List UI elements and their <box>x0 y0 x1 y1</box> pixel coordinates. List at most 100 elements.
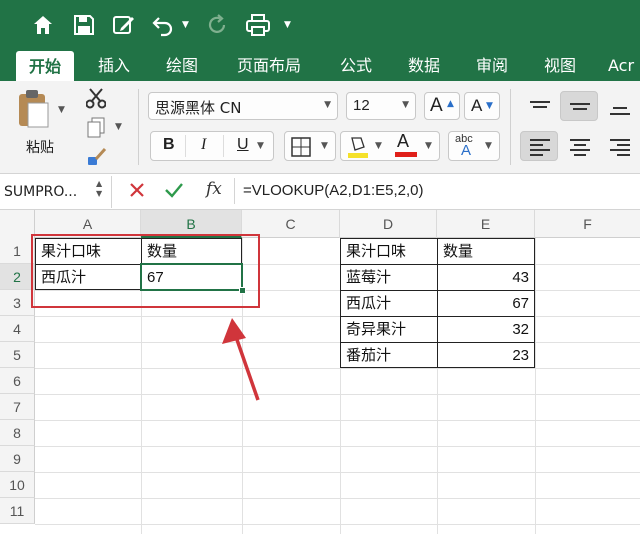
cell-d3[interactable]: 西瓜汁 <box>340 291 437 316</box>
align-left-button[interactable] <box>520 131 558 161</box>
bold-button[interactable]: B <box>163 136 175 154</box>
cell-d1[interactable]: 果汁口味 <box>340 239 437 264</box>
tab-draw[interactable]: 绘图 <box>158 50 206 81</box>
grow-font-button[interactable]: A ▲ <box>424 92 460 120</box>
align-right-button[interactable] <box>600 131 638 161</box>
separator <box>185 135 186 157</box>
align-center-icon <box>570 139 590 156</box>
print-icon[interactable] <box>245 12 271 38</box>
column-header-d[interactable]: D <box>340 210 437 238</box>
copy-dropdown-icon[interactable]: ▼ <box>115 122 122 132</box>
row-header-4[interactable]: 4 <box>0 316 35 342</box>
cell-d5[interactable]: 番茄汁 <box>340 343 437 368</box>
font-color-button[interactable]: A <box>397 131 409 152</box>
tab-insert[interactable]: 插入 <box>90 50 138 81</box>
cell-e4[interactable]: 32 <box>437 317 535 342</box>
cell-d4[interactable]: 奇异果汁 <box>340 317 437 342</box>
row-header-7[interactable]: 7 <box>0 394 35 420</box>
formula-bar: SUMPRO... ▲ ▼ fx =VLOOKUP(A2,D1:E5,2,0) <box>0 174 640 210</box>
cancel-icon[interactable] <box>128 181 146 203</box>
ribbon-tabs: 开始 插入 绘图 页面布局 公式 数据 审阅 视图 Acr <box>0 50 640 81</box>
copy-icon[interactable] <box>86 117 106 143</box>
underline-button[interactable]: U <box>237 136 249 154</box>
text-style-group: B I U ▼ <box>150 131 274 161</box>
paste-icon[interactable] <box>16 89 50 133</box>
tab-review[interactable]: 审阅 <box>468 50 516 81</box>
font-color-dropdown-icon[interactable]: ▼ <box>425 141 432 151</box>
paste-label[interactable]: 粘贴 <box>26 137 54 157</box>
font-name-value: 思源黑体 CN <box>155 99 242 117</box>
undo-dropdown-icon[interactable]: ▼ <box>182 20 189 30</box>
align-bottom-icon <box>610 107 630 115</box>
separator <box>234 178 235 204</box>
phonetic-guide-button[interactable]: abc A ▼ <box>448 131 500 161</box>
cell-e1[interactable]: 数量 <box>437 239 535 264</box>
underline-dropdown-icon[interactable]: ▼ <box>257 141 264 151</box>
cell-e5[interactable]: 23 <box>437 343 535 368</box>
tab-page-layout[interactable]: 页面布局 <box>230 50 308 81</box>
font-name-select[interactable]: 思源黑体 CN ▼ <box>148 92 338 120</box>
gridline <box>35 394 640 395</box>
save-icon[interactable] <box>71 12 97 38</box>
format-painter-icon[interactable] <box>86 147 108 171</box>
gridline <box>35 368 640 369</box>
align-top-icon <box>530 101 550 108</box>
annotation-arrow-icon <box>222 318 260 401</box>
undo-icon[interactable] <box>150 12 176 38</box>
enter-icon[interactable] <box>164 181 184 203</box>
phonetic-letter: A <box>461 142 472 159</box>
align-center-button[interactable] <box>560 131 598 161</box>
separator <box>223 135 224 157</box>
formula-input[interactable]: =VLOOKUP(A2,D1:E5,2,0) <box>243 182 424 199</box>
row-header-1[interactable]: 1 <box>0 238 35 264</box>
edit-icon[interactable] <box>111 12 137 38</box>
row-header-10[interactable]: 10 <box>0 472 35 498</box>
shrink-font-button[interactable]: A ▼ <box>464 92 500 120</box>
tab-formulas[interactable]: 公式 <box>332 50 380 81</box>
chevron-down-icon: ▼ <box>324 100 331 110</box>
row-header-8[interactable]: 8 <box>0 420 35 446</box>
cell-d2[interactable]: 蓝莓汁 <box>340 265 437 290</box>
chevron-down-icon: ▼ <box>321 141 328 151</box>
name-box-stepper-icon[interactable]: ▲ ▼ <box>96 179 102 199</box>
font-size-select[interactable]: 12 ▼ <box>346 92 416 120</box>
tab-data[interactable]: 数据 <box>400 50 448 81</box>
annotation-highlight-box <box>31 234 260 308</box>
tab-home[interactable]: 开始 <box>16 51 74 81</box>
arrow-up-icon: ▲ <box>447 99 454 109</box>
shrink-font-letter: A <box>471 96 483 115</box>
customize-toolbar-icon[interactable]: ▼ <box>284 20 291 30</box>
row-header-5[interactable]: 5 <box>0 342 35 368</box>
cell-e3[interactable]: 67 <box>437 291 535 316</box>
align-middle-button[interactable] <box>560 91 598 121</box>
select-all-corner[interactable] <box>0 210 35 238</box>
tab-view[interactable]: 视图 <box>536 50 584 81</box>
align-top-button[interactable] <box>520 91 558 121</box>
tab-acrobat[interactable]: Acr <box>608 50 640 81</box>
align-left-icon <box>530 139 550 156</box>
home-icon[interactable] <box>30 12 56 38</box>
borders-button[interactable]: ▼ <box>284 131 336 161</box>
column-header-f[interactable]: F <box>535 210 640 238</box>
excel-window: { "tabs": ["开始", "插入", "绘图", "页面布局", "公式… <box>0 0 640 534</box>
row-header-9[interactable]: 9 <box>0 446 35 472</box>
italic-button[interactable]: I <box>201 136 206 154</box>
paste-dropdown-icon[interactable]: ▼ <box>58 105 65 115</box>
cut-icon[interactable] <box>85 87 107 113</box>
gridline <box>535 238 536 534</box>
row-header-3[interactable]: 3 <box>0 290 35 316</box>
ribbon-divider <box>510 89 511 165</box>
align-right-icon <box>610 139 630 156</box>
align-bottom-button[interactable] <box>600 91 638 121</box>
fill-color-icon[interactable] <box>347 135 369 159</box>
row-header-2[interactable]: 2 <box>0 264 35 290</box>
row-header-6[interactable]: 6 <box>0 368 35 394</box>
column-header-e[interactable]: E <box>437 210 535 238</box>
cell-e2[interactable]: 43 <box>437 265 535 290</box>
gridline <box>35 420 640 421</box>
insert-function-button[interactable]: fx <box>206 179 222 199</box>
name-box[interactable]: SUMPRO... ▲ ▼ <box>0 176 112 208</box>
gridline <box>35 446 640 447</box>
row-header-11[interactable]: 11 <box>0 498 35 524</box>
fill-color-dropdown-icon[interactable]: ▼ <box>375 141 382 151</box>
